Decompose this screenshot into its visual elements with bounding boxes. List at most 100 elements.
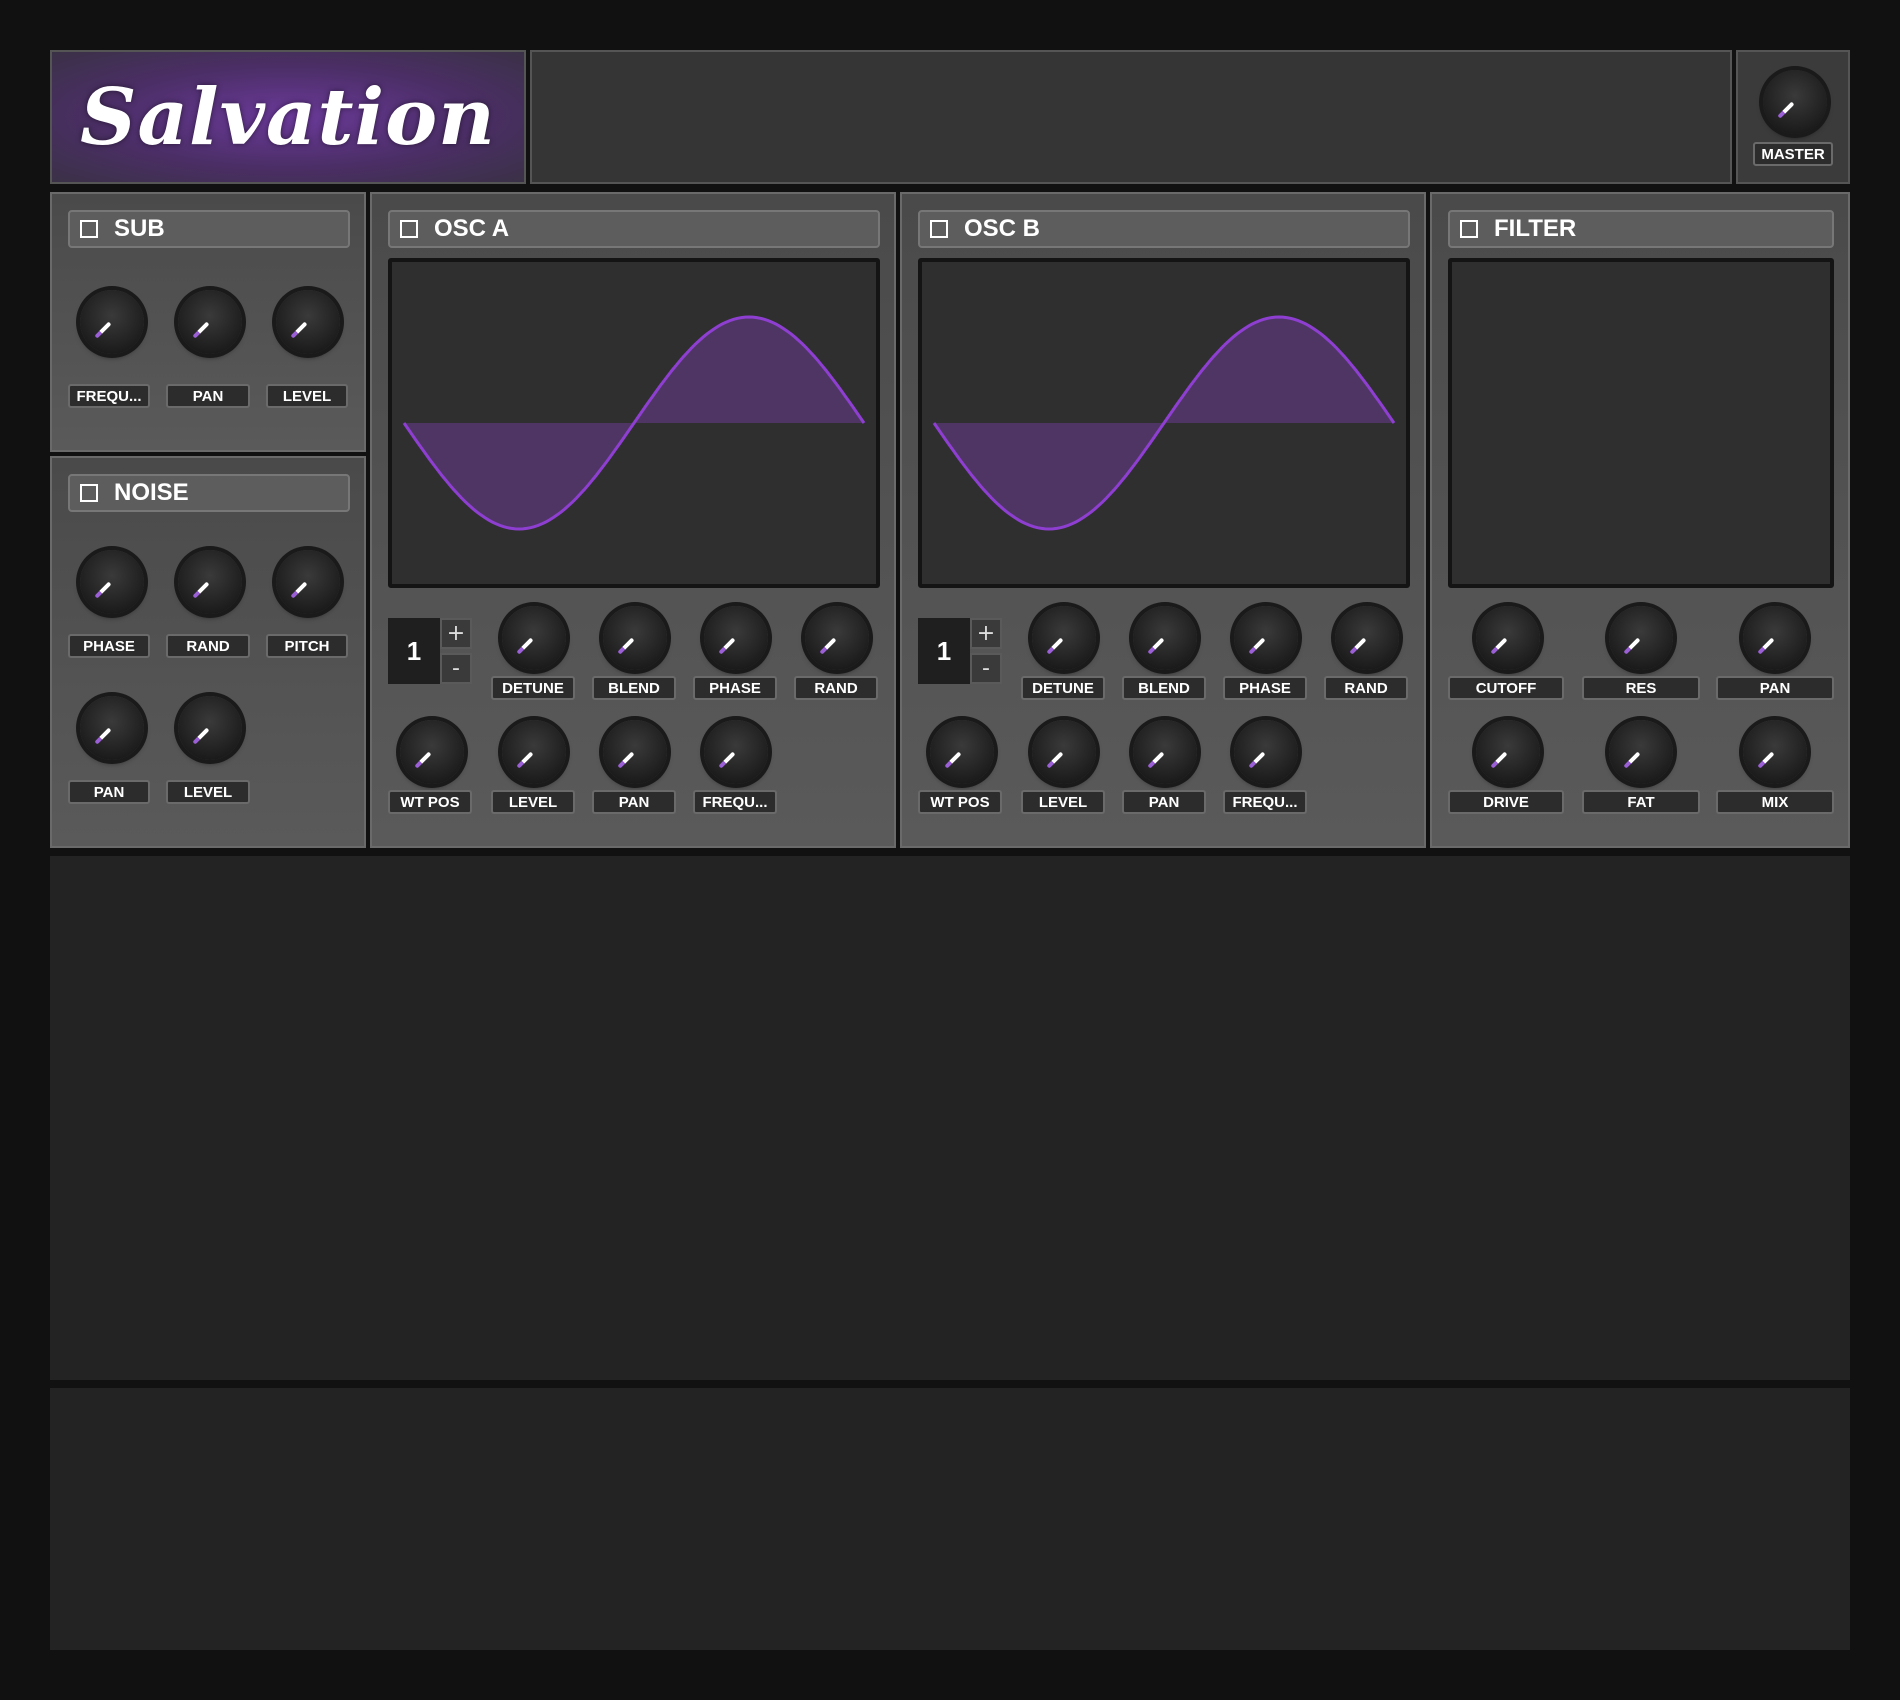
osc-b-rand-label: RAND [1324, 676, 1408, 700]
osc-a-wt-pos-knob[interactable] [400, 720, 464, 784]
osc-a-frequency-knob[interactable] [704, 720, 768, 784]
osc-b-waveform [932, 315, 1396, 531]
sub-title: SUB [114, 215, 165, 242]
osc-b-waveform-display[interactable] [918, 258, 1410, 588]
filter-drive-knob[interactable] [1476, 720, 1540, 784]
osc-a-frequency-label: FREQU... [693, 790, 777, 814]
osc-a-waveform-display[interactable] [388, 258, 880, 588]
filter-display[interactable] [1448, 258, 1834, 588]
sub-frequency-label: FREQU... [68, 384, 150, 408]
sub-level-label: LEVEL [266, 384, 348, 408]
filter-pan-label: PAN [1716, 676, 1834, 700]
filter-cutoff-label: CUTOFF [1448, 676, 1564, 700]
osc-b-voices-minus-button[interactable]: - [970, 653, 1002, 684]
filter-pan-knob[interactable] [1743, 606, 1807, 670]
sub-enable-checkbox[interactable] [80, 220, 98, 238]
osc-a-voices-value: 1 [388, 618, 440, 684]
noise-pan-knob[interactable] [80, 696, 144, 760]
noise-header: NOISE [68, 474, 350, 512]
filter-header: FILTER [1448, 210, 1834, 248]
osc-a-phase-label: PHASE [693, 676, 777, 700]
filter-panel: FILTER CUTOFF RES PAN DRIVE FAT MIX [1430, 192, 1850, 848]
osc-a-enable-checkbox[interactable] [400, 220, 418, 238]
top-display-area [530, 50, 1732, 184]
osc-b-voices-plus-button[interactable]: + [970, 618, 1002, 649]
master-label: MASTER [1753, 142, 1833, 166]
osc-a-voices-plus-button[interactable]: + [440, 618, 472, 649]
sub-level-knob[interactable] [276, 290, 340, 354]
sub-panel: SUB FREQU... PAN LEVEL [50, 192, 366, 452]
osc-b-phase-knob[interactable] [1234, 606, 1298, 670]
osc-b-phase-label: PHASE [1223, 676, 1307, 700]
sub-pan-label: PAN [166, 384, 250, 408]
app-logo: Salvation [80, 71, 496, 163]
osc-a-detune-knob[interactable] [502, 606, 566, 670]
lower-panel-area [50, 856, 1850, 1380]
noise-rand-knob[interactable] [178, 550, 242, 614]
noise-phase-label: PHASE [68, 634, 150, 658]
filter-enable-checkbox[interactable] [1460, 220, 1478, 238]
osc-a-pan-label: PAN [592, 790, 676, 814]
noise-title: NOISE [114, 479, 189, 506]
osc-a-detune-label: DETUNE [491, 676, 575, 700]
osc-a-pan-knob[interactable] [603, 720, 667, 784]
filter-drive-label: DRIVE [1448, 790, 1564, 814]
osc-a-waveform [402, 315, 866, 531]
filter-fat-label: FAT [1582, 790, 1700, 814]
filter-res-label: RES [1582, 676, 1700, 700]
sub-frequency-knob[interactable] [80, 290, 144, 354]
filter-mix-knob[interactable] [1743, 720, 1807, 784]
filter-mix-label: MIX [1716, 790, 1834, 814]
osc-b-level-knob[interactable] [1032, 720, 1096, 784]
osc-a-blend-knob[interactable] [603, 606, 667, 670]
noise-pitch-label: PITCH [266, 634, 348, 658]
osc-a-level-knob[interactable] [502, 720, 566, 784]
osc-b-pan-label: PAN [1122, 790, 1206, 814]
osc-a-level-label: LEVEL [491, 790, 575, 814]
noise-panel: NOISE PHASE RAND PITCH PAN LEVEL [50, 456, 366, 848]
osc-a-voices-counter: 1 + - [388, 618, 472, 684]
bottom-panel-area [50, 1388, 1850, 1650]
filter-fat-knob[interactable] [1609, 720, 1673, 784]
osc-b-voices-value: 1 [918, 618, 970, 684]
master-panel: MASTER [1736, 50, 1850, 184]
osc-a-wt-pos-label: WT POS [388, 790, 472, 814]
logo-panel: Salvation [50, 50, 526, 184]
noise-pan-label: PAN [68, 780, 150, 804]
osc-a-title: OSC A [434, 215, 510, 242]
sub-header: SUB [68, 210, 350, 248]
osc-a-rand-knob[interactable] [805, 606, 869, 670]
osc-b-wt-pos-knob[interactable] [930, 720, 994, 784]
osc-a-blend-label: BLEND [592, 676, 676, 700]
osc-a-phase-knob[interactable] [704, 606, 768, 670]
osc-a-rand-label: RAND [794, 676, 878, 700]
osc-b-frequency-knob[interactable] [1234, 720, 1298, 784]
osc-b-pan-knob[interactable] [1133, 720, 1197, 784]
osc-a-voices-minus-button[interactable]: - [440, 653, 472, 684]
master-knob[interactable] [1763, 70, 1827, 134]
osc-b-rand-knob[interactable] [1335, 606, 1399, 670]
osc-b-detune-label: DETUNE [1021, 676, 1105, 700]
filter-cutoff-knob[interactable] [1476, 606, 1540, 670]
osc-a-panel: OSC A 1 + - DETUNE BLEND PHASE RAND WT P… [370, 192, 896, 848]
osc-b-detune-knob[interactable] [1032, 606, 1096, 670]
filter-res-knob[interactable] [1609, 606, 1673, 670]
osc-b-wt-pos-label: WT POS [918, 790, 1002, 814]
osc-a-header: OSC A [388, 210, 880, 248]
noise-phase-knob[interactable] [80, 550, 144, 614]
sub-pan-knob[interactable] [178, 290, 242, 354]
osc-b-enable-checkbox[interactable] [930, 220, 948, 238]
noise-level-label: LEVEL [166, 780, 250, 804]
osc-b-voices-counter: 1 + - [918, 618, 1002, 684]
osc-b-panel: OSC B 1 + - DETUNE BLEND PHASE RAND WT P… [900, 192, 1426, 848]
noise-level-knob[interactable] [178, 696, 242, 760]
osc-b-blend-knob[interactable] [1133, 606, 1197, 670]
osc-b-title: OSC B [964, 215, 1041, 242]
osc-b-level-label: LEVEL [1021, 790, 1105, 814]
osc-b-frequency-label: FREQU... [1223, 790, 1307, 814]
noise-enable-checkbox[interactable] [80, 484, 98, 502]
osc-b-blend-label: BLEND [1122, 676, 1206, 700]
osc-b-header: OSC B [918, 210, 1410, 248]
noise-pitch-knob[interactable] [276, 550, 340, 614]
filter-title: FILTER [1494, 215, 1577, 242]
